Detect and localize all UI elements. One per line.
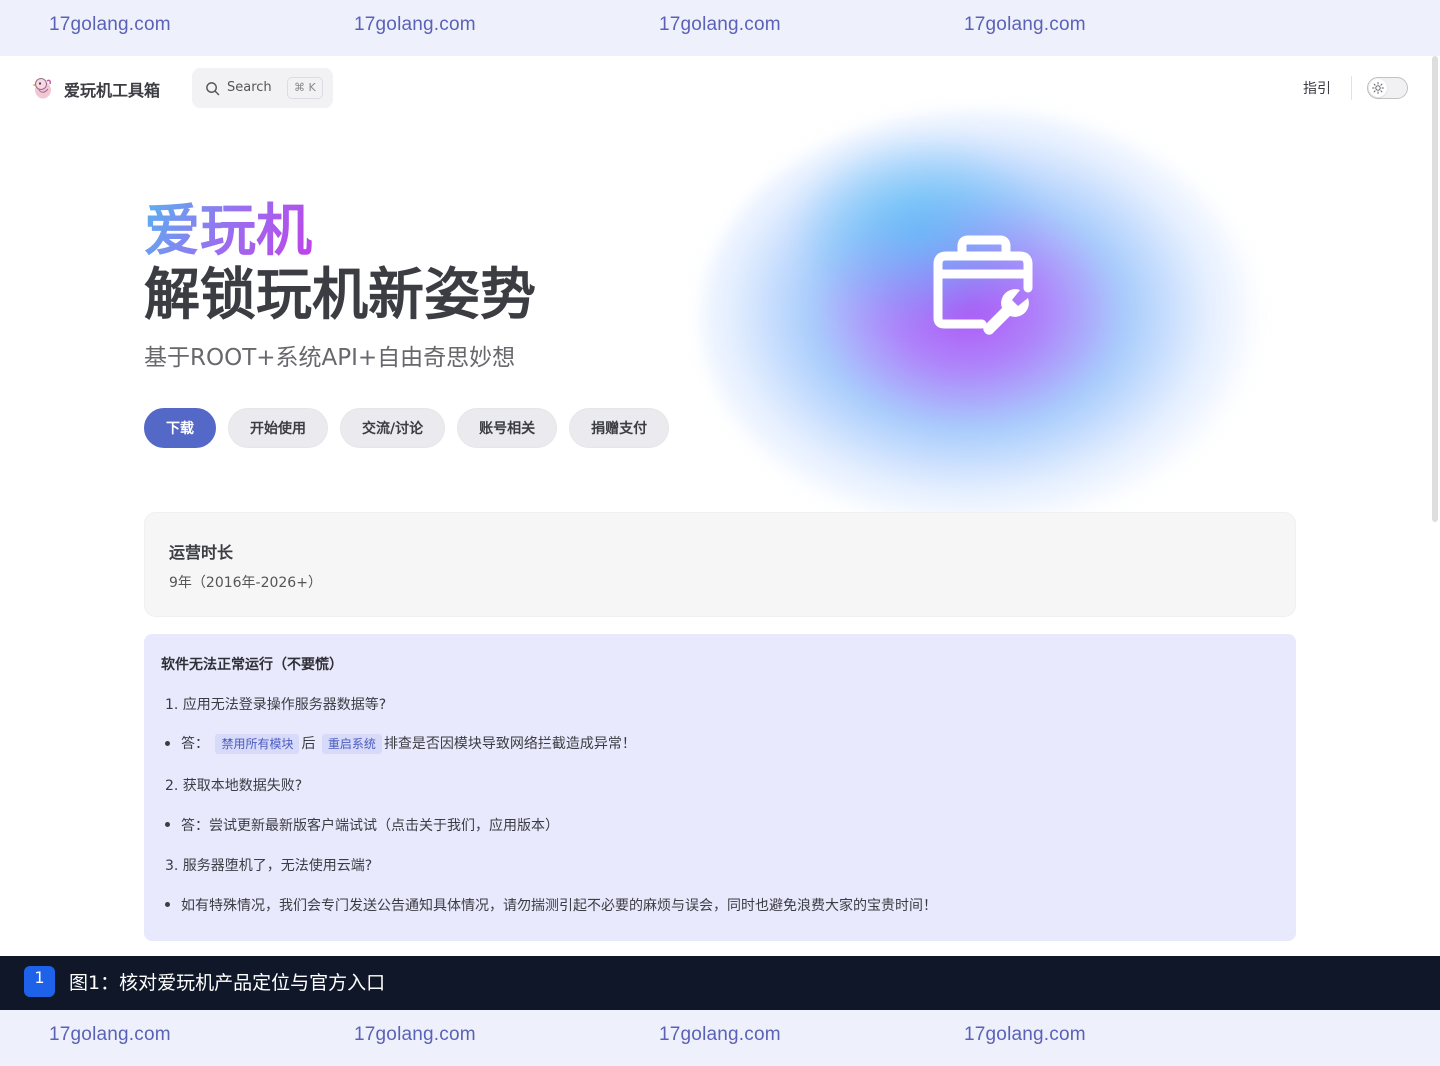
- theme-toggle-knob: [1369, 79, 1387, 97]
- faq-answer: 答：尝试更新最新版客户端试试（点击关于我们，应用版本）: [181, 818, 559, 834]
- watermark-bar-bottom: 17golang.com 17golang.com 17golang.com 1…: [0, 1010, 1440, 1066]
- caption-text: 图1：核对爱玩机产品定位与官方入口: [69, 972, 386, 994]
- hero-actions: 下载 开始使用 交流/讨论 账号相关 捐赠支付: [144, 408, 670, 448]
- watermark-bar-top: 17golang.com 17golang.com 17golang.com 1…: [0, 0, 1440, 56]
- faq-question: 2. 获取本地数据失败?: [165, 778, 303, 794]
- theme-toggle[interactable]: [1367, 77, 1408, 99]
- watermark-text: 17golang.com: [964, 1024, 1086, 1045]
- get-started-button[interactable]: 开始使用: [228, 408, 328, 448]
- code-tag: 禁用所有模块: [215, 734, 300, 754]
- answer-prefix: 答：: [181, 736, 209, 752]
- search-button[interactable]: Search ⌘ K: [192, 68, 333, 108]
- discussion-button[interactable]: 交流/讨论: [340, 408, 446, 448]
- code-tag: 重启系统: [321, 734, 382, 754]
- watermark-text: 17golang.com: [354, 14, 476, 35]
- bird-logo-icon[interactable]: [32, 76, 54, 100]
- page-scrollbar[interactable]: [1432, 56, 1438, 522]
- nav-divider: [1351, 76, 1352, 100]
- watermark-text: 17golang.com: [659, 14, 781, 35]
- notice-block: 软件无法正常运行（不要慌） 1. 应用无法登录操作服务器数据等? 答： 禁用所有…: [144, 634, 1296, 941]
- faq-answer: 如有特殊情况，我们会专门发送公告通知具体情况，请勿揣测引起不必要的麻烦与误会，同…: [181, 898, 937, 914]
- watermark-text: 17golang.com: [49, 1024, 171, 1045]
- feature-title: 运营时长: [169, 543, 234, 562]
- faq-answer: 答： 禁用所有模块后 重启系统 排查是否因模块导致网络拦截造成异常！: [181, 733, 636, 754]
- notice-title: 软件无法正常运行（不要慌）: [161, 657, 343, 673]
- faq-question: 3. 服务器堕机了，无法使用云端?: [165, 858, 373, 874]
- search-shortcut: ⌘ K: [287, 77, 323, 99]
- nav-link-guide[interactable]: 指引: [1303, 78, 1331, 98]
- donate-button[interactable]: 捐赠支付: [569, 408, 670, 448]
- list-bullet: [165, 741, 170, 746]
- site-title[interactable]: 爱玩机工具箱: [64, 77, 160, 101]
- hero-tagline: 基于ROOT+系统API+自由奇思妙想: [144, 345, 516, 371]
- feature-card: 运营时长 9年（2016年-2026+）: [144, 512, 1296, 617]
- search-icon: [206, 82, 220, 96]
- hero-text: 解锁玩机新姿势: [144, 263, 536, 328]
- toolbox-wrench-icon: [933, 235, 1033, 335]
- list-bullet: [165, 822, 170, 827]
- watermark-text: 17golang.com: [354, 1024, 476, 1045]
- watermark-text: 17golang.com: [49, 14, 171, 35]
- list-bullet: [165, 902, 170, 907]
- navbar: 爱玩机工具箱 Search ⌘ K 指引: [0, 56, 1440, 120]
- watermark-text: 17golang.com: [964, 14, 1086, 35]
- account-button[interactable]: 账号相关: [457, 408, 558, 448]
- download-button[interactable]: 下载: [144, 408, 216, 448]
- watermark-text: 17golang.com: [659, 1024, 781, 1045]
- answer-text: 后: [301, 736, 316, 752]
- feature-details: 9年（2016年-2026+）: [169, 575, 322, 591]
- figure-caption-bar: 1 图1：核对爱玩机产品定位与官方入口: [0, 956, 1440, 1010]
- answer-text: 排查是否因模块导致网络拦截造成异常！: [383, 736, 636, 752]
- sun-icon: [1372, 82, 1384, 94]
- search-label: Search: [227, 80, 272, 95]
- hero-name: 爱玩机: [144, 196, 312, 268]
- caption-number-badge: 1: [24, 966, 55, 997]
- faq-question: 1. 应用无法登录操作服务器数据等?: [165, 697, 387, 713]
